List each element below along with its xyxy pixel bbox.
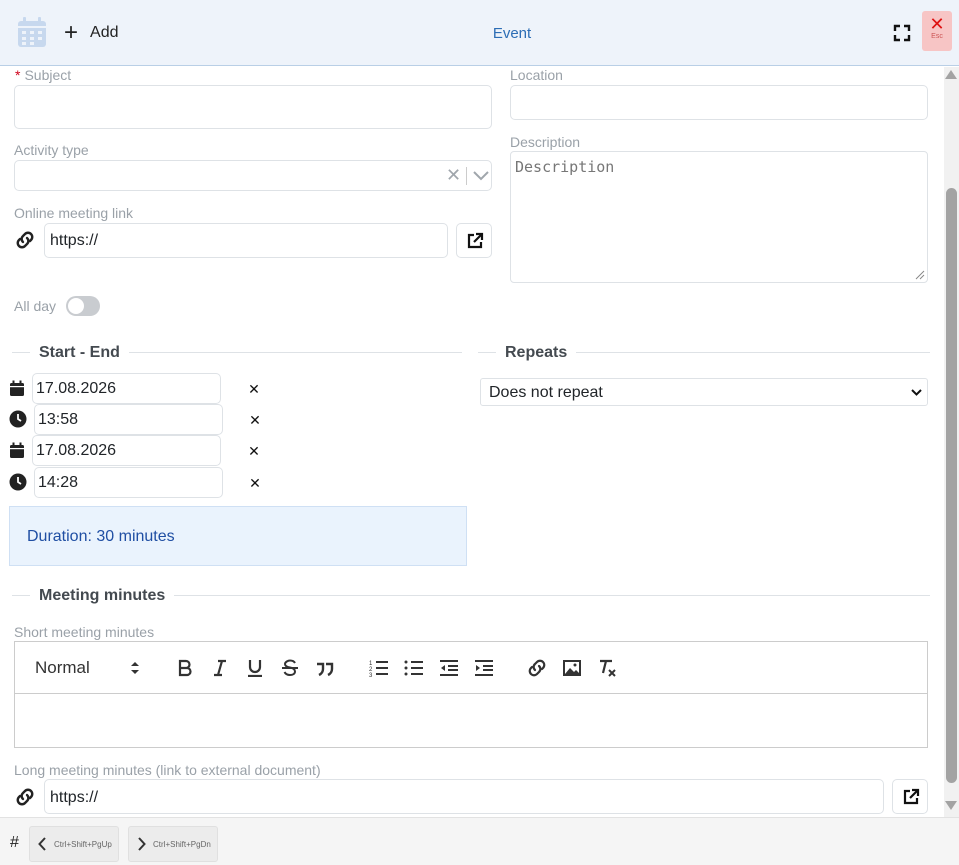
close-icon: ✕ — [929, 14, 945, 34]
underline-icon[interactable] — [245, 659, 265, 677]
clear-start-time-button[interactable]: ✕ — [240, 409, 270, 431]
editor-toolbar: Normal 123 — [15, 642, 927, 694]
repeats-chevron-down-icon — [911, 389, 922, 396]
required-mark: * — [15, 67, 21, 83]
insert-link-icon[interactable] — [527, 659, 547, 677]
activity-type-select[interactable]: ✕ — [14, 160, 492, 191]
clear-start-date-button[interactable]: ✕ — [239, 378, 269, 400]
clear-end-date-button[interactable]: ✕ — [239, 440, 269, 462]
online-link-label: Online meeting link — [14, 205, 134, 221]
format-picker[interactable]: Normal — [35, 658, 145, 678]
all-day-label: All day — [14, 298, 57, 314]
toggle-knob — [68, 298, 84, 314]
location-label: Location — [510, 67, 563, 83]
scroll-up-arrow-icon[interactable] — [945, 70, 957, 79]
duration-text: Duration: 30 minutes — [27, 528, 175, 545]
close-shortcut-hint: Esc — [931, 33, 943, 40]
previous-record-hint: Ctrl+Shift+PgUp — [54, 839, 112, 849]
open-link-button[interactable] — [456, 223, 492, 258]
start-time-clock-icon — [9, 410, 27, 428]
short-minutes-content[interactable] — [15, 695, 927, 747]
repeats-select[interactable]: Does not repeat — [480, 378, 928, 406]
outdent-icon[interactable] — [439, 659, 459, 677]
bold-icon[interactable] — [175, 659, 195, 677]
indent-icon[interactable] — [474, 659, 494, 677]
dialog-footer: # Ctrl+Shift+PgUp Ctrl+Shift+PgDn — [0, 817, 959, 865]
scroll-down-arrow-icon[interactable] — [945, 801, 957, 810]
end-date-calendar-icon — [10, 442, 24, 458]
all-day-toggle[interactable] — [66, 296, 100, 316]
chevron-right-icon — [138, 837, 146, 851]
end-time-clock-icon — [9, 473, 27, 491]
long-minutes-input[interactable]: https:// — [44, 779, 884, 814]
short-minutes-editor: Normal 123 — [14, 641, 928, 748]
record-number-hash: # — [10, 834, 19, 851]
dialog-title: Event — [492, 25, 532, 42]
start-date-input[interactable]: 17.08.2026 — [32, 373, 221, 404]
next-record-button[interactable]: Ctrl+Shift+PgDn — [128, 826, 218, 862]
short-minutes-label: Short meeting minutes — [14, 624, 155, 640]
format-picker-arrows-icon — [131, 662, 139, 674]
add-button[interactable]: + Add — [64, 18, 118, 48]
ordered-list-icon[interactable]: 123 — [369, 659, 389, 677]
bullet-list-icon[interactable] — [404, 659, 424, 677]
scrollbar-thumb[interactable] — [946, 188, 957, 783]
format-picker-value: Normal — [35, 658, 90, 677]
subject-label: * Subject — [15, 67, 72, 83]
dialog-header: + Add Event ✕ Esc — [0, 0, 959, 66]
meeting-minutes-title: Meeting minutes — [30, 587, 175, 605]
long-minutes-label: Long meeting minutes (link to external d… — [14, 762, 321, 778]
add-button-label: Add — [90, 24, 119, 41]
repeats-title: Repeats — [496, 344, 577, 362]
external-link-icon — [467, 232, 484, 249]
strikethrough-icon[interactable] — [280, 659, 300, 677]
blockquote-icon[interactable] — [315, 659, 335, 677]
long-minutes-link-icon — [16, 788, 34, 806]
description-label: Description — [510, 134, 581, 150]
chevron-left-icon — [38, 837, 46, 851]
duration-box: Duration: 30 minutes — [9, 506, 467, 566]
close-button[interactable]: ✕ Esc — [922, 11, 952, 51]
location-input[interactable] — [510, 85, 928, 120]
repeats-selected-value: Does not repeat — [489, 384, 603, 401]
plus-icon: + — [64, 19, 79, 46]
previous-record-button[interactable]: Ctrl+Shift+PgUp — [29, 826, 119, 862]
start-date-calendar-icon — [10, 380, 24, 396]
clear-selection-icon[interactable]: ✕ — [446, 165, 461, 186]
end-date-input[interactable]: 17.08.2026 — [32, 435, 221, 466]
calendar-icon — [18, 17, 46, 47]
fullscreen-icon[interactable] — [889, 20, 915, 46]
clear-end-time-button[interactable]: ✕ — [240, 472, 270, 494]
online-link-input[interactable]: https:// — [44, 223, 448, 258]
chevron-down-icon[interactable] — [472, 170, 490, 182]
italic-icon[interactable] — [210, 659, 230, 677]
insert-image-icon[interactable] — [562, 659, 582, 677]
select-divider — [466, 167, 467, 185]
resize-handle-icon[interactable] — [915, 270, 925, 280]
link-icon — [16, 231, 34, 249]
end-time-input[interactable]: 14:28 — [34, 467, 223, 498]
description-placeholder: Description — [515, 158, 615, 176]
start-end-title: Start - End — [30, 344, 129, 362]
start-time-input[interactable]: 13:58 — [34, 404, 223, 435]
activity-type-label: Activity type — [14, 142, 89, 158]
description-textarea[interactable]: Description — [510, 151, 928, 283]
subject-input[interactable] — [14, 85, 492, 129]
open-long-minutes-button[interactable] — [892, 779, 928, 814]
next-record-hint: Ctrl+Shift+PgDn — [153, 839, 211, 849]
clear-formatting-icon[interactable] — [597, 659, 617, 677]
long-minutes-external-link-icon — [903, 788, 920, 805]
svg-text:3: 3 — [369, 673, 373, 677]
